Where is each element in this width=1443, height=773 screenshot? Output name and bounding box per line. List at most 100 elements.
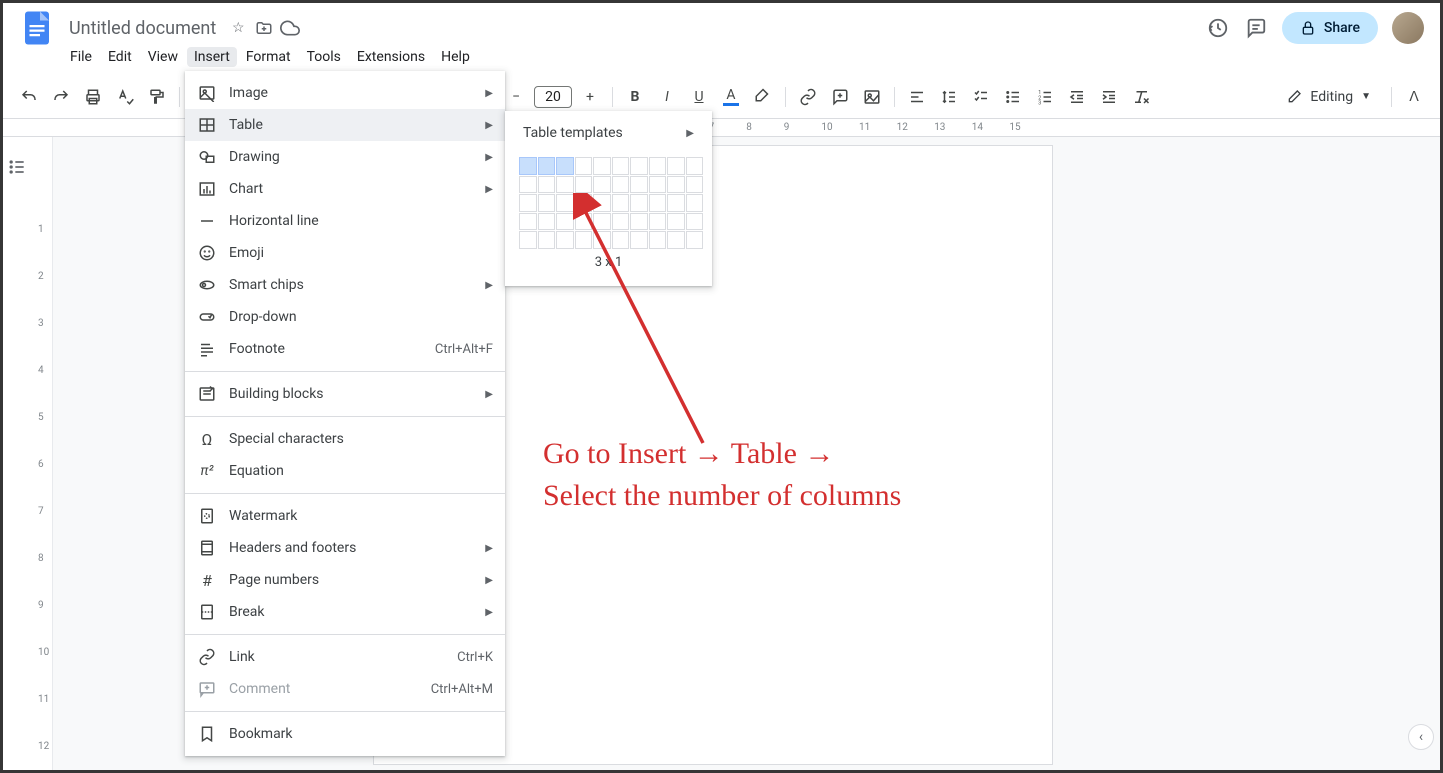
menu-item-building-blocks[interactable]: Building blocks▶ [185, 378, 505, 410]
menu-item-footnote[interactable]: FootnoteCtrl+Alt+F [185, 333, 505, 365]
explore-button[interactable]: ‹ [1408, 724, 1434, 750]
grid-cell[interactable] [612, 213, 630, 231]
menu-item-chart[interactable]: Chart▶ [185, 173, 505, 205]
add-comment-button[interactable] [826, 83, 854, 111]
redo-button[interactable] [47, 83, 75, 111]
grid-cell[interactable] [649, 213, 667, 231]
checklist-button[interactable] [967, 83, 995, 111]
menu-item-horizontal-line[interactable]: Horizontal line [185, 205, 505, 237]
menu-help[interactable]: Help [434, 47, 477, 67]
grid-cell[interactable] [612, 231, 630, 249]
font-size-increase[interactable]: + [576, 83, 604, 111]
grid-cell[interactable] [575, 194, 593, 212]
grid-cell[interactable] [630, 231, 648, 249]
grid-cell[interactable] [519, 157, 537, 175]
menu-extensions[interactable]: Extensions [350, 47, 432, 67]
align-button[interactable] [903, 83, 931, 111]
menu-item-bookmark[interactable]: Bookmark [185, 718, 505, 750]
font-size-input[interactable]: 20 [534, 86, 572, 108]
grid-cell[interactable] [519, 231, 537, 249]
undo-button[interactable] [15, 83, 43, 111]
table-templates-item[interactable]: Table templates ▶ [505, 117, 712, 149]
grid-cell[interactable] [593, 157, 611, 175]
line-spacing-button[interactable] [935, 83, 963, 111]
grid-cell[interactable] [649, 231, 667, 249]
grid-cell[interactable] [649, 157, 667, 175]
indent-increase-button[interactable] [1095, 83, 1123, 111]
history-icon[interactable] [1206, 16, 1230, 40]
grid-cell[interactable] [667, 157, 685, 175]
vertical-ruler[interactable]: 123456789101112 [35, 137, 53, 770]
insert-image-button[interactable] [858, 83, 886, 111]
grid-cell[interactable] [538, 157, 556, 175]
highlight-button[interactable] [749, 83, 777, 111]
grid-cell[interactable] [519, 213, 537, 231]
grid-cell[interactable] [556, 176, 574, 194]
cloud-status-icon[interactable] [280, 18, 300, 38]
menu-item-smart-chips[interactable]: Smart chips▶ [185, 269, 505, 301]
grid-cell[interactable] [575, 157, 593, 175]
table-size-picker[interactable]: 3 x 1 [505, 149, 712, 274]
document-title[interactable]: Untitled document [63, 16, 222, 41]
bulleted-list-button[interactable] [999, 83, 1027, 111]
text-color-button[interactable]: A [717, 83, 745, 111]
grid-cell[interactable] [667, 194, 685, 212]
menu-item-image[interactable]: Image▶ [185, 77, 505, 109]
paint-format-button[interactable] [143, 83, 171, 111]
grid-cell[interactable] [575, 176, 593, 194]
menu-view[interactable]: View [141, 47, 185, 67]
bold-button[interactable]: B [621, 83, 649, 111]
menu-item-emoji[interactable]: Emoji [185, 237, 505, 269]
font-size-decrease[interactable]: − [502, 83, 530, 111]
menu-item-table[interactable]: Table▶ [185, 109, 505, 141]
grid-cell[interactable] [612, 176, 630, 194]
underline-button[interactable]: U [685, 83, 713, 111]
menu-format[interactable]: Format [239, 47, 298, 67]
grid-cell[interactable] [593, 213, 611, 231]
grid-cell[interactable] [593, 176, 611, 194]
menu-item-headers-and-footers[interactable]: Headers and footers▶ [185, 532, 505, 564]
grid-cell[interactable] [593, 194, 611, 212]
grid-cell[interactable] [686, 213, 704, 231]
move-icon[interactable] [254, 18, 274, 38]
grid-cell[interactable] [556, 194, 574, 212]
menu-item-equation[interactable]: π²Equation [185, 455, 505, 487]
docs-logo-icon[interactable] [19, 10, 55, 46]
menu-item-drawing[interactable]: Drawing▶ [185, 141, 505, 173]
avatar[interactable] [1392, 12, 1424, 44]
grid-cell[interactable] [556, 231, 574, 249]
menu-item-special-characters[interactable]: ΩSpecial characters [185, 423, 505, 455]
menu-tools[interactable]: Tools [300, 47, 348, 67]
grid-cell[interactable] [575, 213, 593, 231]
grid-cell[interactable] [593, 231, 611, 249]
comments-icon[interactable] [1244, 16, 1268, 40]
grid-cell[interactable] [556, 213, 574, 231]
star-icon[interactable]: ☆ [228, 18, 248, 38]
print-button[interactable] [79, 83, 107, 111]
menu-item-drop-down[interactable]: Drop-down [185, 301, 505, 333]
grid-cell[interactable] [649, 176, 667, 194]
grid-cell[interactable] [538, 213, 556, 231]
italic-button[interactable]: I [653, 83, 681, 111]
grid-cell[interactable] [667, 213, 685, 231]
clear-format-button[interactable] [1127, 83, 1155, 111]
grid-cell[interactable] [686, 176, 704, 194]
editing-mode-button[interactable]: Editing ▼ [1274, 85, 1383, 109]
menu-insert[interactable]: Insert [187, 47, 237, 67]
menu-edit[interactable]: Edit [101, 47, 139, 67]
grid-cell[interactable] [630, 157, 648, 175]
grid-cell[interactable] [686, 231, 704, 249]
grid-cell[interactable] [538, 176, 556, 194]
share-button[interactable]: Share [1282, 12, 1378, 44]
menu-item-page-numbers[interactable]: #Page numbers▶ [185, 564, 505, 596]
grid-cell[interactable] [667, 176, 685, 194]
menu-item-link[interactable]: LinkCtrl+K [185, 641, 505, 673]
grid-cell[interactable] [612, 194, 630, 212]
grid-cell[interactable] [686, 194, 704, 212]
grid-cell[interactable] [630, 213, 648, 231]
grid-cell[interactable] [556, 157, 574, 175]
grid-cell[interactable] [667, 231, 685, 249]
grid-cell[interactable] [575, 231, 593, 249]
collapse-toolbar-button[interactable]: ᐱ [1400, 83, 1428, 111]
grid-cell[interactable] [519, 176, 537, 194]
